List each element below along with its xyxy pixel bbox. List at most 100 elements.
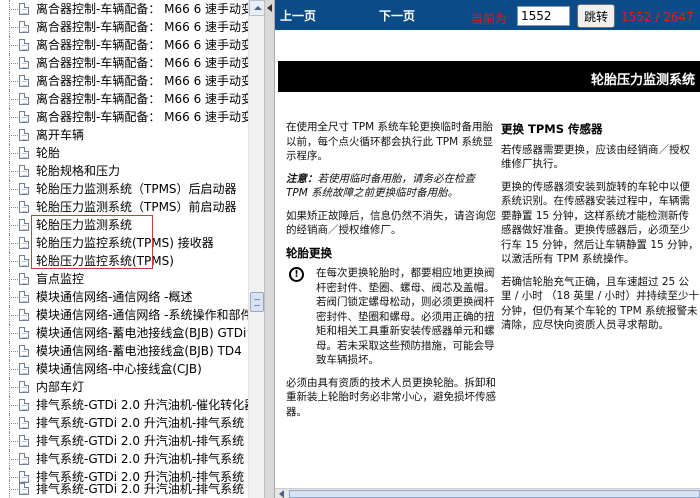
tree-item-label: 轮胎压力监测系统 [36, 218, 133, 232]
topic-tree-pane: 离合器控制-车辆配备： M66 6 速手动变 离合器控制-车辆配备： M66 6… [0, 0, 264, 498]
tree-item-label: 模块通信网络-蓄电池接线盒(BJB) GTDi [36, 326, 247, 340]
page-navigation-bar: 上一页 下一页 当前为 跳转 1552 / 2647 [275, 0, 700, 30]
paragraph: 若确信轮胎充气正确，且车速超过 25 公里 / 小时 （18 英里 / 小时）并… [501, 275, 699, 332]
current-page-label: 当前为 [471, 12, 508, 26]
document-icon [19, 201, 29, 213]
document-icon [19, 291, 29, 303]
scrollbar-thumb[interactable] [250, 292, 264, 312]
tree-item-label: 排气系统-GTDi 2.0 升汽油机-催化转化器 [36, 398, 248, 412]
tree-item[interactable]: 轮胎 [0, 144, 248, 162]
pane-splitter[interactable] [264, 0, 275, 498]
paragraph: 在使用全尺寸 TPM 系统车轮更换临时备用胎以前，每个点火循环都会执行此 TPM… [286, 121, 493, 162]
document-icon [19, 417, 29, 429]
tree-item-label: 离合器控制-车辆配备： M66 6 速手动变 [36, 74, 248, 88]
document-icon [19, 57, 29, 69]
tree-item-label: 离合器控制-车辆配备： M66 6 速手动变 [36, 38, 248, 52]
document-icon [19, 255, 29, 267]
tree-item[interactable]: 盲点监控 [0, 270, 248, 288]
scroll-left-arrow-icon[interactable] [279, 490, 284, 498]
horizontal-scrollbar[interactable] [275, 488, 700, 498]
next-page-link[interactable]: 下一页 [379, 7, 415, 24]
tree-item-label: 轮胎 [36, 146, 61, 160]
document-icon [19, 219, 29, 231]
tree-item-label: 离合器控制-车辆配备： M66 6 速手动变 [36, 110, 248, 124]
right-column: 更换 TPMS 传感器 若传感器需要更换，应该由经销商／授权维修厂执行。 更换的… [501, 120, 699, 341]
tree-item-label: 轮胎规格和压力 [36, 164, 121, 178]
document-icon [19, 183, 29, 195]
document-icon [19, 75, 29, 87]
tree-item[interactable]: 离合器控制-车辆配备： M66 6 速手动变 [0, 0, 248, 18]
tree-item[interactable]: 轮胎压力监测系统（TPMS）前启动器 [0, 198, 248, 216]
document-icon [19, 237, 29, 249]
document-icon [19, 93, 29, 105]
tree-item[interactable]: 排气系统-GTDi 2.0 升汽油机-排气系统 [0, 432, 248, 450]
tree-item-label: 离合器控制-车辆配备： M66 6 速手动变 [36, 2, 248, 16]
tree-item-label: 离开车辆 [36, 128, 85, 142]
tree-item[interactable]: 离开车辆 [0, 126, 248, 144]
tree-item[interactable]: 模块通信网络-通信网络 -概述 [0, 288, 248, 306]
tree-item-label: 盲点监控 [36, 272, 85, 286]
tree-item[interactable]: 离合器控制-车辆配备： M66 6 速手动变 [0, 72, 248, 90]
jump-button[interactable]: 跳转 [577, 4, 615, 28]
document-icon [19, 345, 29, 357]
warning-block: ! 在每次更换轮胎时，都要相应地更换阀杆密封件、垫圈、螺母、阀芯及盖帽。若阀门锁… [286, 266, 498, 368]
tree-item-label: 离合器控制-车辆配备： M66 6 速手动变 [36, 56, 248, 70]
tree-item-label: 离合器控制-车辆配备： M66 6 速手动变 [36, 92, 248, 106]
left-column: 在使用全尺寸 TPM 系统车轮更换临时备用胎以前，每个点火循环都会执行此 TPM… [286, 120, 498, 427]
tree-item[interactable]: 模块通信网络-蓄电池接线盒(BJB) GTDi [0, 324, 248, 342]
tree-item[interactable]: 排气系统-GTDi 2.0 升汽油机-排气系统 [0, 480, 248, 498]
tree-item[interactable]: 排气系统-GTDi 2.0 升汽油机-排气系统 [0, 414, 248, 432]
tree-item[interactable]: 排气系统-GTDi 2.0 升汽油机-排气系统 [0, 450, 248, 468]
tree-item-label: 模块通信网络-蓄电池接线盒(BJB) TD4 [36, 344, 242, 358]
tree-item-label: 轮胎压力监测系统（TPMS）后启动器 [36, 182, 237, 196]
collapse-arrow-icon[interactable] [267, 4, 272, 12]
tree-item[interactable]: 模块通信网络-通信网络 -系统操作和部件 [0, 306, 248, 324]
tree-item[interactable]: 轮胎规格和压力 [0, 162, 248, 180]
tree-scrollbar[interactable] [248, 0, 264, 498]
warning-icon: ! [289, 267, 304, 282]
document-icon [19, 483, 29, 495]
tree-item[interactable]: 模块通信网络-蓄电池接线盒(BJB) TD4 [0, 342, 248, 360]
document-icon [19, 453, 29, 465]
section-heading: 轮胎更换 [286, 245, 332, 260]
document-icon [19, 381, 29, 393]
document-icon [19, 435, 29, 447]
document-viewer: 上一页 下一页 当前为 跳转 1552 / 2647 轮胎压力监测系统 在使用全… [275, 0, 700, 498]
tree-item[interactable]: 内部车灯 [0, 378, 248, 396]
paragraph: 若传感器需要更换，应该由经销商／授权维修厂执行。 [501, 143, 690, 171]
tree-item-label: 离合器控制-车辆配备： M66 6 速手动变 [36, 20, 248, 34]
paragraph: 必须由具有资质的技术人员更换轮胎。拆卸和重新装上轮胎时务必非常小心，避免损坏传感… [286, 376, 496, 418]
document-icon [19, 39, 29, 51]
tree-item[interactable]: 离合器控制-车辆配备： M66 6 速手动变 [0, 18, 248, 36]
prev-page-link[interactable]: 上一页 [280, 7, 316, 24]
warning-text: 在每次更换轮胎时，都要相应地更换阀杆密封件、垫圈、螺母、阀芯及盖帽。若阀门锁定螺… [316, 267, 495, 366]
tree-item-label: 排气系统-GTDi 2.0 升汽油机-排气系统 [36, 452, 245, 466]
tree-item-label: 排气系统-GTDi 2.0 升汽油机-排气系统 [36, 434, 245, 448]
note-paragraph: 注意：若使用临时备用胎，请务必在检查 TPM 系统故障之前更换临时备用胎。 [286, 172, 498, 201]
section-heading: 更换 TPMS 传感器 [501, 122, 603, 136]
tree-item[interactable]: 模块通信网络-中心接线盒(CJB) [0, 360, 248, 378]
tree-item-label: 模块通信网络-中心接线盒(CJB) [36, 362, 202, 376]
tree-item-label: 排气系统-GTDi 2.0 升汽油机-排气系统 [36, 482, 245, 496]
tree-item[interactable]: 轮胎压力监控系统(TPMS) [0, 252, 248, 270]
tree-item[interactable]: 轮胎压力监测系统（TPMS）后启动器 [0, 180, 248, 198]
page-number-input[interactable] [517, 6, 570, 26]
document-icon [19, 111, 29, 123]
horizontal-scrollbar-thumb[interactable] [289, 490, 700, 498]
paragraph: 更换的传感器须安装到旋转的车轮中以便系统识别。在传感器安装过程中，车辆需要静置 … [501, 180, 699, 266]
note-label: 注意： [286, 172, 318, 185]
tree-item[interactable]: 离合器控制-车辆配备： M66 6 速手动变 [0, 36, 248, 54]
tree-item[interactable]: 离合器控制-车辆配备： M66 6 速手动变 [0, 108, 248, 126]
document-icon [19, 363, 29, 375]
tree-item[interactable]: 轮胎压力监控系统(TPMS) 接收器 [0, 234, 248, 252]
tree-item-label: 模块通信网络-通信网络 -概述 [36, 290, 193, 304]
scroll-up-arrow-icon[interactable] [249, 0, 264, 16]
document-icon [19, 129, 29, 141]
tree-item-label: 内部车灯 [36, 380, 85, 394]
tree-item-selected[interactable]: 轮胎压力监测系统 [0, 216, 248, 234]
document-icon [19, 3, 29, 15]
tree-item[interactable]: 离合器控制-车辆配备： M66 6 速手动变 [0, 90, 248, 108]
tree-item[interactable]: 排气系统-GTDi 2.0 升汽油机-催化转化器 [0, 396, 248, 414]
section-title-bar: 轮胎压力监测系统 [278, 61, 700, 92]
tree-item[interactable]: 离合器控制-车辆配备： M66 6 速手动变 [0, 54, 248, 72]
